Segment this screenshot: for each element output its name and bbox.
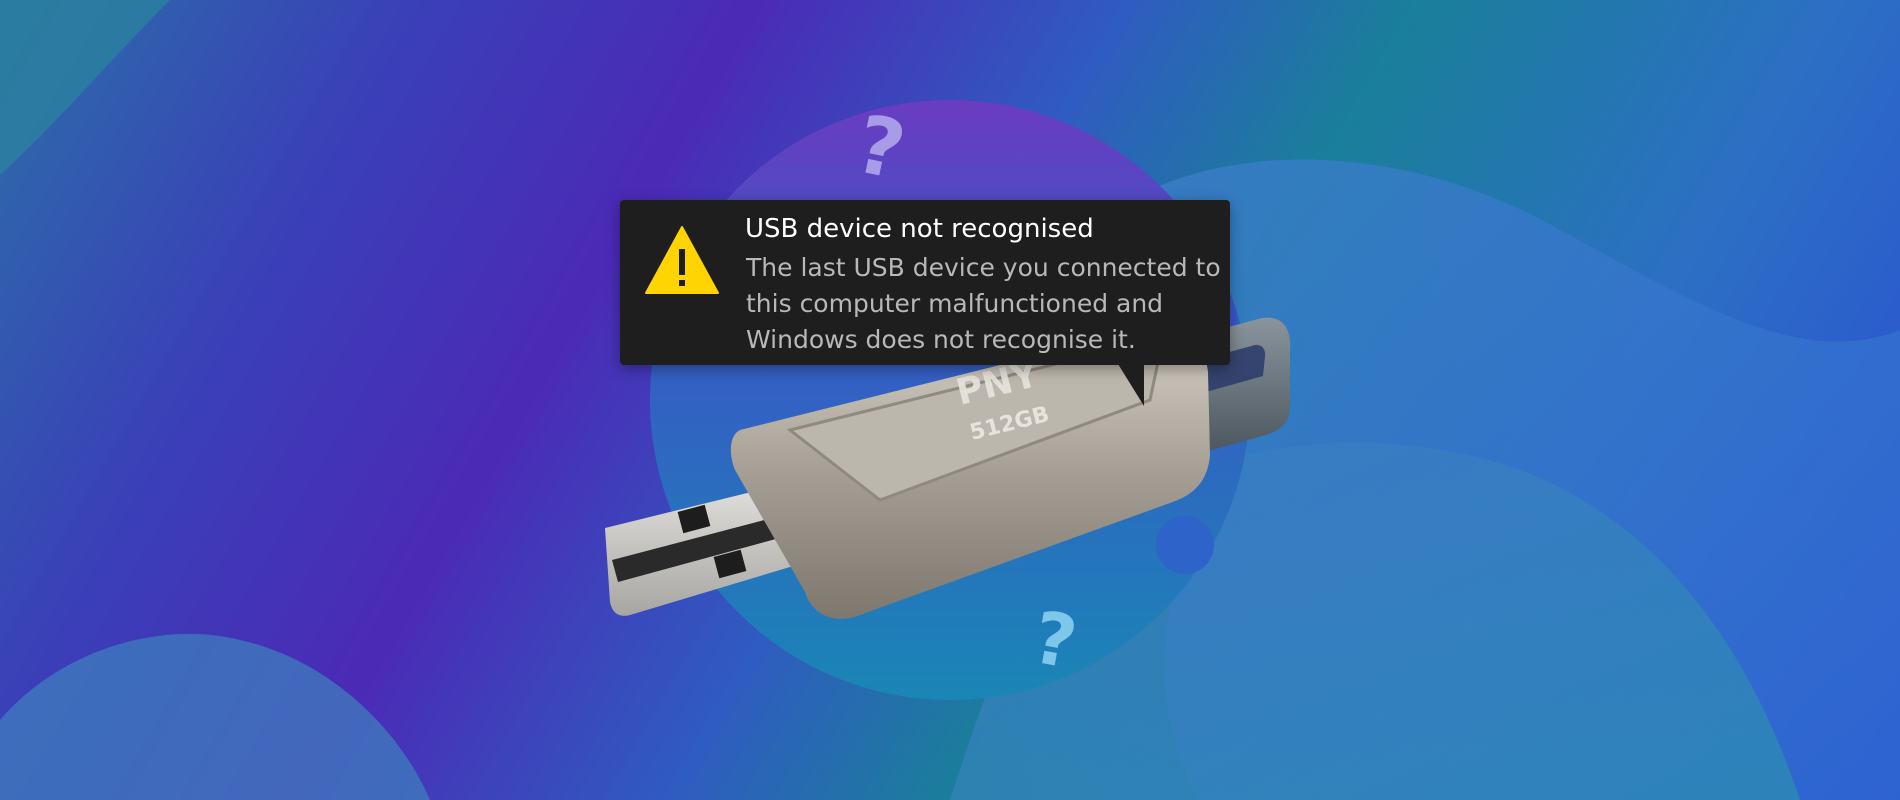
warning-triangle-icon — [645, 226, 719, 294]
notification-message-line: this computer malfunctioned and — [746, 289, 1164, 318]
usb-notification-toast[interactable]: USB device not recognised The last USB d… — [620, 200, 1230, 365]
notification-title: USB device not recognised — [745, 214, 1094, 244]
notification-message-line: Windows does not recognise it. — [746, 325, 1136, 354]
question-mark-top: ? — [848, 97, 913, 198]
notification-message-line: The last USB device you connected to — [746, 253, 1221, 282]
question-mark-bottom: ? — [1027, 595, 1083, 685]
notification-tail — [1118, 364, 1144, 406]
usb-drive-art: ? ? PNY 512GB — [605, 97, 1291, 685]
notification-message: The last USB device you connected to thi… — [746, 250, 1221, 358]
